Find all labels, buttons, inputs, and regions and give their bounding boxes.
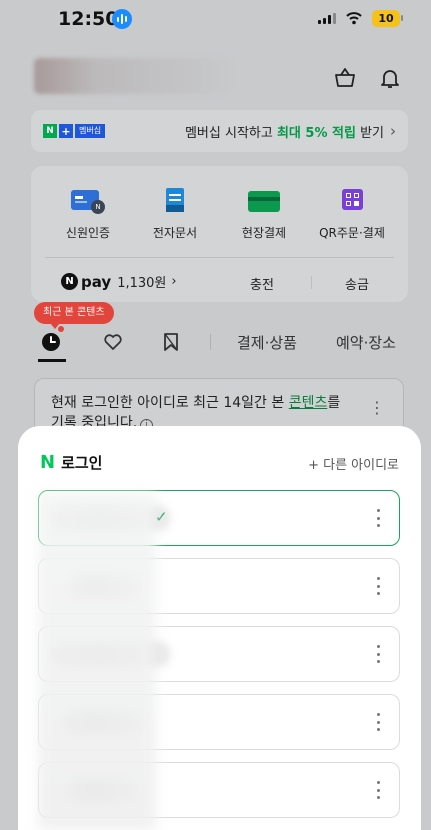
document-icon [158, 188, 192, 214]
pay-row: N pay 1,130원 › 충전 송금 [31, 266, 408, 296]
account-id-blurred [67, 777, 137, 803]
chevron-right-icon: › [390, 122, 396, 140]
cellular-signal-icon [318, 13, 336, 24]
more-icon[interactable] [377, 713, 381, 731]
account-id-blurred [51, 641, 171, 667]
chevron-right-icon: › [171, 274, 177, 289]
service-onsite-payment[interactable]: 현장결제 [219, 188, 309, 241]
naver-logo-icon: N [40, 452, 56, 473]
services-card: N 신원인증 전자문서 현장결제 QR주문·결제 N pay 1,130원 › … [31, 166, 408, 302]
sheet-header: N 로그인 [40, 452, 102, 473]
check-icon: ✓ [155, 508, 168, 526]
membership-badge-label: 멤버십 [75, 124, 106, 138]
charge-button[interactable]: 충전 [250, 274, 274, 293]
tab-payment-products[interactable]: 결제·상품 [237, 332, 297, 353]
bell-icon[interactable] [378, 66, 402, 90]
battery-indicator: 10 [372, 10, 403, 27]
status-bar: 12:50 10 [0, 0, 431, 44]
account-item[interactable] [38, 558, 400, 614]
more-icon[interactable] [377, 781, 381, 799]
service-identity-verification[interactable]: N 신원인증 [43, 188, 133, 241]
qr-icon [335, 188, 369, 214]
sheet-title: 로그인 [61, 454, 103, 472]
wifi-icon [346, 12, 362, 25]
account-id-blurred [69, 573, 139, 599]
account-item[interactable] [38, 762, 400, 818]
divider [45, 257, 394, 258]
send-money-button[interactable]: 송금 [345, 274, 369, 293]
live-activity-icon[interactable] [112, 9, 132, 29]
more-icon[interactable]: ⋮ [369, 400, 385, 416]
membership-banner[interactable]: N + 멤버십 멤버십 시작하고 최대 5% 적립 받기 › [31, 110, 408, 152]
content-tabs: 결제·상품 예약·장소 [0, 322, 431, 362]
id-card-icon: N [71, 188, 105, 214]
plus-badge-icon: + [59, 124, 73, 138]
recent-content-tooltip: 최근 본 콘텐츠 [34, 302, 114, 329]
more-icon[interactable] [377, 509, 381, 527]
service-e-documents[interactable]: 전자문서 [130, 188, 220, 241]
more-icon[interactable] [377, 645, 381, 663]
other-id-login-button[interactable]: + 다른 아이디로 [308, 454, 399, 473]
service-qr-order-payment[interactable]: QR주문·결제 [307, 188, 397, 241]
divider [210, 334, 211, 350]
divider [311, 276, 312, 289]
pay-logo-word: pay [81, 272, 112, 291]
content-link[interactable]: 콘텐츠 [289, 395, 328, 411]
profile-name-blurred[interactable] [34, 58, 242, 94]
account-item[interactable] [38, 694, 400, 750]
naver-pay-logo-icon: N [61, 273, 78, 290]
naver-n-badge: N [43, 124, 57, 138]
active-tab-indicator [38, 359, 66, 362]
account-id-blurred [63, 709, 143, 735]
account-login-sheet: N 로그인 + 다른 아이디로 ✓ [18, 426, 421, 830]
card-icon [247, 188, 281, 214]
account-item[interactable] [38, 626, 400, 682]
pay-balance-link[interactable]: N pay 1,130원 › [61, 272, 177, 291]
account-item[interactable]: ✓ [38, 490, 400, 546]
more-icon[interactable] [377, 577, 381, 595]
heart-icon[interactable] [102, 331, 124, 353]
status-time: 12:50 [58, 8, 119, 30]
bookmark-icon[interactable] [160, 331, 182, 353]
account-id-blurred [51, 505, 171, 531]
membership-banner-text: 멤버십 시작하고 최대 5% 적립 받기 [184, 125, 384, 141]
shopping-basket-icon[interactable] [333, 66, 357, 90]
clock-icon[interactable] [40, 331, 62, 353]
tab-reservation-places[interactable]: 예약·장소 [336, 332, 396, 353]
pay-balance: 1,130원 [117, 276, 167, 291]
